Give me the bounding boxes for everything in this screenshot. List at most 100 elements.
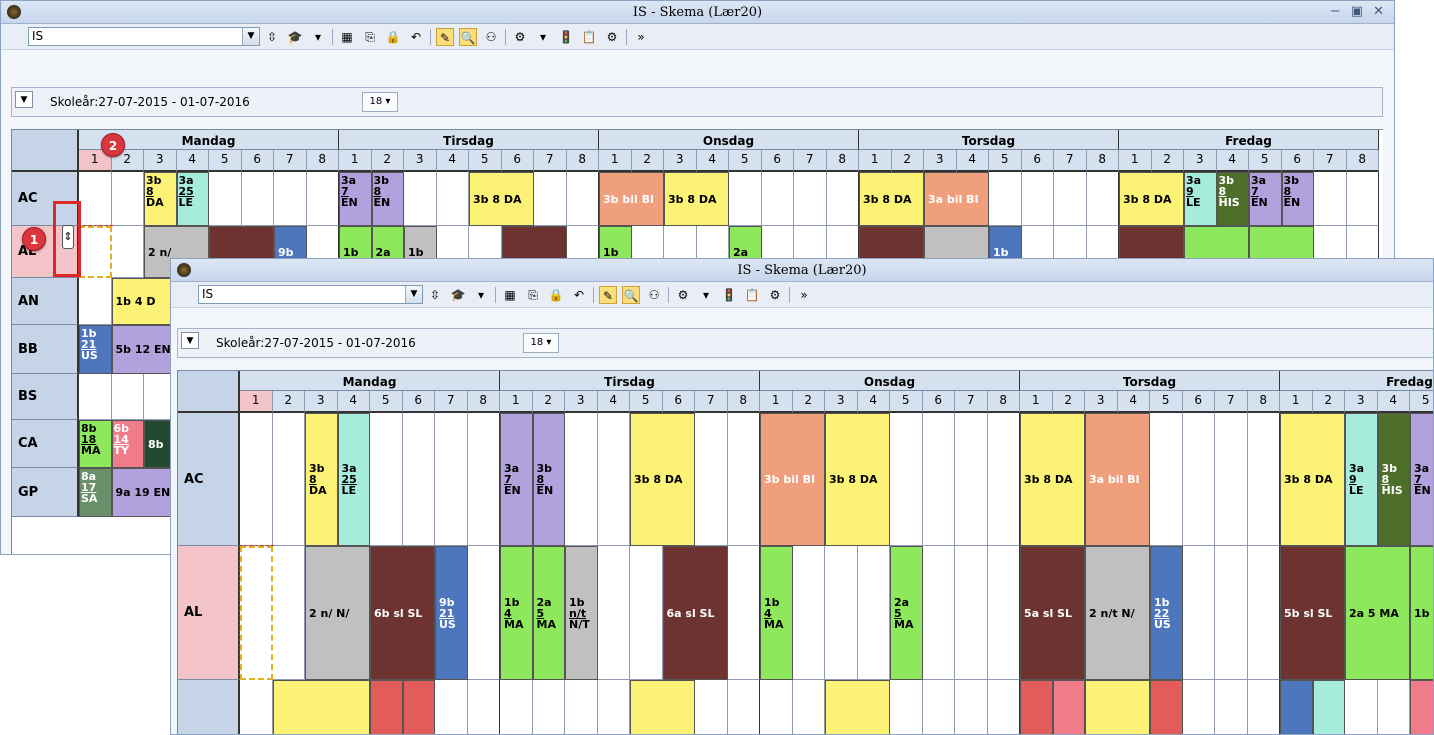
schedule-cell[interactable] xyxy=(955,413,988,546)
period-header[interactable]: 1 xyxy=(339,150,372,172)
lesson-block[interactable]: 3b 8 DA xyxy=(144,172,177,226)
lesson-block[interactable] xyxy=(1052,680,1085,734)
collapse-arrow-icon[interactable]: ▼ xyxy=(181,332,199,349)
period-header[interactable]: 4 xyxy=(857,391,890,413)
lesson-block[interactable]: 3b 8 DA xyxy=(859,172,924,226)
teacher-row-ca[interactable]: CA xyxy=(12,420,79,468)
lock-icon[interactable]: 🔒 xyxy=(384,28,402,46)
schedule-cell[interactable] xyxy=(272,546,305,680)
schedule-cell[interactable] xyxy=(239,545,274,681)
lesson-block[interactable]: 3b 8 DA xyxy=(825,413,890,546)
schedule-cell[interactable] xyxy=(1314,172,1347,226)
lesson-block[interactable]: 3b 8 EN xyxy=(1281,172,1314,226)
lesson-block[interactable]: 2a 5 MA xyxy=(532,546,565,680)
lesson-block[interactable]: 9b 21 US xyxy=(435,546,468,680)
lesson-block[interactable]: 3b 8 DA xyxy=(469,172,534,226)
period-header[interactable]: 5 xyxy=(1410,391,1433,413)
teacher-combo[interactable]: IS ▼ xyxy=(198,285,423,304)
lock-icon[interactable]: 🔒 xyxy=(547,286,565,304)
schedule-cell[interactable] xyxy=(1247,546,1280,680)
period-header[interactable]: 7 xyxy=(534,150,567,172)
schedule-cell[interactable] xyxy=(1182,680,1215,734)
period-header[interactable]: 6 xyxy=(1281,150,1314,172)
period-header[interactable]: 5 xyxy=(729,150,762,172)
edit-highlight-icon[interactable]: ✎ xyxy=(436,28,454,46)
lesson-block[interactable]: 1b 21 US xyxy=(79,325,112,374)
period-header[interactable]: 8 xyxy=(826,150,859,172)
teacher-row-bs[interactable]: BS xyxy=(12,374,79,420)
schedule-cell[interactable] xyxy=(306,172,339,226)
lesson-block[interactable]: 3b 8 DA xyxy=(630,413,695,546)
schedule-cell[interactable] xyxy=(1215,546,1248,680)
schedule-cell[interactable] xyxy=(922,413,955,546)
schedule-cell[interactable] xyxy=(1215,680,1248,734)
schedule-cell[interactable] xyxy=(1346,172,1379,226)
schedule-cell[interactable] xyxy=(890,680,923,734)
dropdown-icon[interactable]: ▾ xyxy=(534,28,552,46)
schedule-cell[interactable] xyxy=(79,278,112,325)
schedule-cell[interactable] xyxy=(404,172,437,226)
period-header[interactable]: 6 xyxy=(1021,150,1054,172)
period-header[interactable]: 4 xyxy=(597,391,630,413)
schedule-cell[interactable] xyxy=(792,546,825,680)
schedule-cell[interactable] xyxy=(436,172,469,226)
overflow-icon[interactable]: » xyxy=(632,28,650,46)
lesson-block[interactable] xyxy=(1150,680,1183,734)
schedule-cell[interactable] xyxy=(987,546,1020,680)
lesson-block[interactable] xyxy=(272,680,370,734)
schedule-cell[interactable] xyxy=(79,374,112,420)
lesson-block[interactable]: 3a 9 LE xyxy=(1184,172,1217,226)
period-header[interactable]: 7 xyxy=(1054,150,1087,172)
schedule-cell[interactable] xyxy=(209,172,242,226)
period-header[interactable]: 7 xyxy=(1215,391,1248,413)
lesson-block[interactable]: 3b bil BI xyxy=(760,413,825,546)
period-header[interactable]: 3 xyxy=(565,391,598,413)
teacher-row-al[interactable]: AL xyxy=(178,546,240,680)
period-header[interactable]: 8 xyxy=(1086,150,1119,172)
period-header[interactable]: 1 xyxy=(599,150,632,172)
lesson-block[interactable]: 3b 8 EN xyxy=(371,172,404,226)
schedule-cell[interactable] xyxy=(467,680,500,734)
period-header[interactable]: 1 xyxy=(859,150,892,172)
schedule-cell[interactable] xyxy=(760,680,793,734)
schedule-cell[interactable] xyxy=(1086,172,1119,226)
teacher-row-next[interactable] xyxy=(178,680,240,734)
schedule-cell[interactable] xyxy=(1021,172,1054,226)
period-header[interactable]: 4 xyxy=(696,150,729,172)
lesson-block[interactable]: 5b sl SL xyxy=(1280,546,1345,680)
lesson-block[interactable]: 3b 8 HIS xyxy=(1216,172,1249,226)
period-header[interactable]: 7 xyxy=(794,150,827,172)
schedule-cell[interactable] xyxy=(111,226,144,278)
period-header[interactable]: 7 xyxy=(435,391,468,413)
schedule-cell[interactable] xyxy=(272,413,305,546)
lesson-block[interactable]: 9a 19 EN xyxy=(111,468,177,517)
schedule-cell[interactable] xyxy=(794,172,827,226)
lesson-block[interactable]: 3a 9 LE xyxy=(1345,413,1378,546)
schedule-cell[interactable] xyxy=(1150,413,1183,546)
lesson-block[interactable]: 1b 4 MA xyxy=(760,546,793,680)
lesson-block[interactable]: 3b 8 DA xyxy=(664,172,729,226)
schedule-cell[interactable] xyxy=(727,680,760,734)
period-header[interactable]: 6 xyxy=(501,150,534,172)
lesson-block[interactable]: 3b 8 DA xyxy=(1020,413,1085,546)
schedule-cell[interactable] xyxy=(695,680,728,734)
lesson-block[interactable]: 1b xyxy=(1410,546,1433,680)
schedule-cell[interactable] xyxy=(922,546,955,680)
period-header[interactable]: 1 xyxy=(1119,150,1152,172)
restore-icon[interactable]: ▣ xyxy=(1351,4,1363,19)
lesson-block[interactable]: 2a 5 MA xyxy=(1345,546,1410,680)
period-header[interactable]: 5 xyxy=(370,391,403,413)
lesson-block[interactable]: 8a 17 SA xyxy=(79,468,112,517)
period-header[interactable]: 5 xyxy=(209,150,242,172)
settings-doc-icon[interactable]: ⚙ xyxy=(674,286,692,304)
undo-icon[interactable]: ↶ xyxy=(570,286,588,304)
period-header[interactable]: 5 xyxy=(1150,391,1183,413)
collapse-arrow-icon[interactable]: ▼ xyxy=(15,91,33,108)
period-header[interactable]: 1 xyxy=(1280,391,1313,413)
gear-icon[interactable]: ⚙ xyxy=(766,286,784,304)
schedule-cell[interactable] xyxy=(792,680,825,734)
period-header[interactable]: 5 xyxy=(469,150,502,172)
schedule-cell[interactable] xyxy=(1247,413,1280,546)
clipboard-icon[interactable]: 📋 xyxy=(580,28,598,46)
period-header[interactable]: 1 xyxy=(240,391,273,413)
